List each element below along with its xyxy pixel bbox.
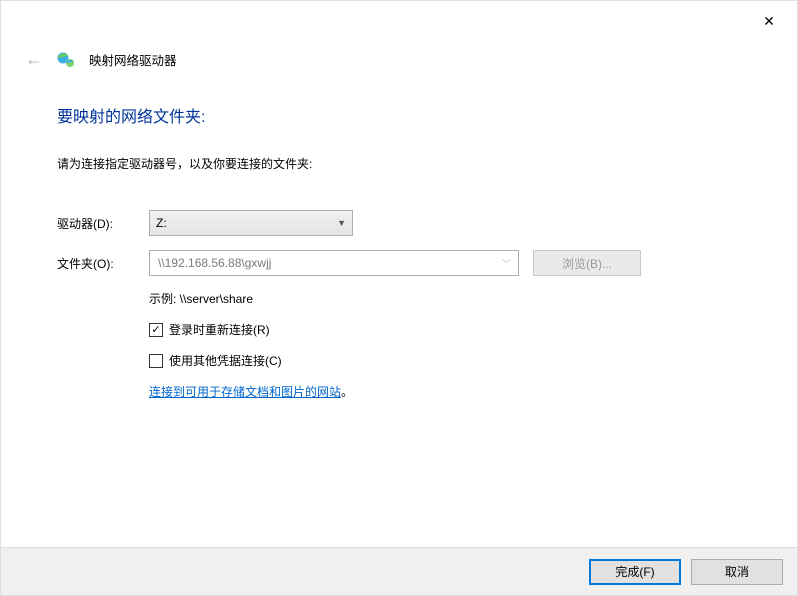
- folder-label: 文件夹(O):: [57, 255, 149, 272]
- close-button[interactable]: ✕: [753, 9, 785, 33]
- storage-link-row: 连接到可用于存储文档和图片的网站。: [149, 383, 757, 400]
- wizard-header: ← 映射网络驱动器: [25, 49, 177, 70]
- link-suffix: 。: [341, 385, 353, 399]
- storage-website-link[interactable]: 连接到可用于存储文档和图片的网站: [149, 385, 341, 399]
- credentials-checkbox[interactable]: [149, 354, 163, 368]
- drive-label: 驱动器(D):: [57, 215, 149, 232]
- close-icon: ✕: [763, 13, 775, 30]
- cancel-button[interactable]: 取消: [691, 559, 783, 585]
- example-text: 示例: \\server\share: [149, 290, 757, 307]
- content-area: 要映射的网络文件夹: 请为连接指定驱动器号，以及你要连接的文件夹: 驱动器(D)…: [57, 103, 757, 400]
- reconnect-label: 登录时重新连接(R): [169, 321, 270, 338]
- page-heading: 要映射的网络文件夹:: [57, 103, 757, 127]
- finish-button[interactable]: 完成(F): [589, 559, 681, 585]
- credentials-label: 使用其他凭据连接(C): [169, 352, 282, 369]
- network-drive-icon: [57, 51, 75, 69]
- drive-row: 驱动器(D): Z: ▼: [57, 210, 757, 236]
- folder-input[interactable]: [149, 250, 519, 276]
- reconnect-checkbox[interactable]: ✓: [149, 323, 163, 337]
- description-text: 请为连接指定驱动器号，以及你要连接的文件夹:: [57, 155, 757, 172]
- folder-row: 文件夹(O): ﹀ 浏览(B)...: [57, 250, 757, 276]
- browse-button: 浏览(B)...: [533, 250, 641, 276]
- wizard-title: 映射网络驱动器: [89, 50, 177, 69]
- chevron-down-icon: ▼: [337, 218, 346, 228]
- reconnect-checkbox-row: ✓ 登录时重新连接(R): [149, 321, 757, 338]
- back-arrow-icon: ←: [25, 49, 43, 70]
- button-bar: 完成(F) 取消: [1, 547, 797, 595]
- drive-value: Z:: [156, 216, 167, 230]
- credentials-checkbox-row: 使用其他凭据连接(C): [149, 352, 757, 369]
- drive-select[interactable]: Z: ▼: [149, 210, 353, 236]
